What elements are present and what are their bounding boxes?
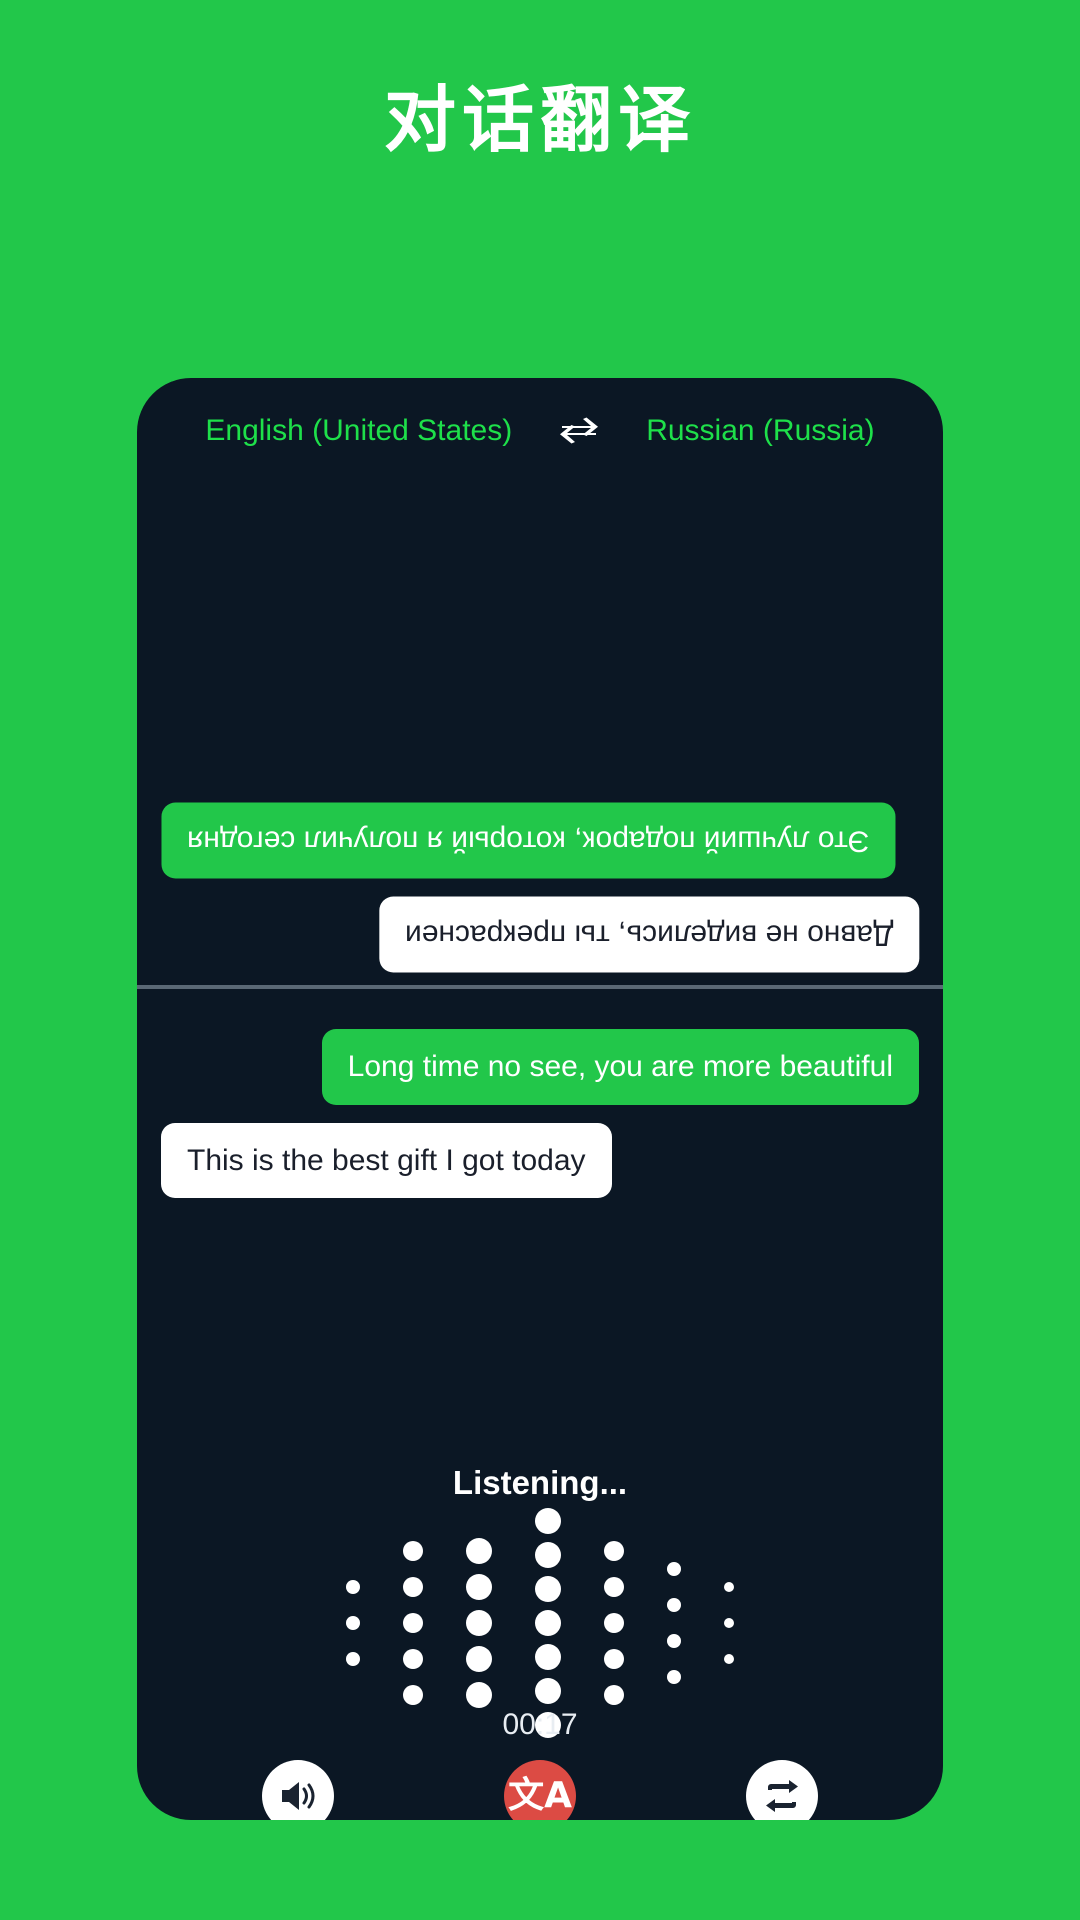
- source-language-label[interactable]: English (United States): [205, 414, 512, 448]
- listening-status: Listening...: [452, 1464, 628, 1501]
- waveform-dot: [724, 1582, 734, 1592]
- waveform-dot: [535, 1610, 561, 1636]
- waveform-dot: [466, 1646, 492, 1672]
- waveform-column: [724, 1582, 734, 1664]
- waveform-dot: [403, 1541, 423, 1561]
- speaker-on-icon[interactable]: [262, 1760, 334, 1820]
- control-bar: Speaker is on 文A Quit Toggle: [137, 1760, 943, 1820]
- phone-mockup: English (United States) Russian (Russia)…: [137, 378, 943, 1820]
- waveform-dot: [667, 1670, 681, 1684]
- waveform-dot: [466, 1538, 492, 1564]
- waveform-dot: [604, 1577, 624, 1597]
- message-row: Давно не виделись, ты прекраснеи: [161, 896, 919, 972]
- waveform-dot: [346, 1652, 360, 1666]
- waveform-column: [604, 1541, 624, 1705]
- waveform-dot: [724, 1654, 734, 1664]
- waveform-dot: [604, 1541, 624, 1561]
- waveform-dot: [346, 1580, 360, 1594]
- message-bubble-russian-2[interactable]: Давно не виделись, ты прекраснеи: [378, 896, 919, 972]
- message-bubble-english-1[interactable]: Long time no see, you are more beautiful: [321, 1029, 919, 1105]
- message-row: Это лучший подарок, который я получил се…: [161, 803, 919, 879]
- conversation-pane-bottom: Long time no see, you are more beautiful…: [137, 1003, 943, 1303]
- waveform-column: [403, 1541, 423, 1705]
- waveform-dot: [403, 1685, 423, 1705]
- quit-button[interactable]: 文A Quit: [435, 1760, 645, 1820]
- waveform-dot: [724, 1618, 734, 1628]
- message-row: This is the best gift I got today: [161, 1122, 919, 1198]
- waveform-column: [667, 1562, 681, 1684]
- waveform-dot: [466, 1610, 492, 1636]
- waveform-column: [535, 1508, 561, 1738]
- translate-glyph: 文A: [508, 1775, 572, 1816]
- waveform-dot: [667, 1598, 681, 1612]
- waveform-dot: [604, 1613, 624, 1633]
- message-bubble-english-2[interactable]: This is the best gift I got today: [161, 1122, 612, 1198]
- conversation-pane-top: Это лучший подарок, который я получил се…: [137, 478, 943, 986]
- waveform-dot: [604, 1685, 624, 1705]
- waveform-dot: [667, 1634, 681, 1648]
- waveform-dot: [535, 1576, 561, 1602]
- translate-icon[interactable]: 文A: [504, 1760, 576, 1820]
- waveform-dot: [667, 1562, 681, 1576]
- waveform-dot: [403, 1649, 423, 1669]
- pane-divider: [137, 985, 943, 989]
- waveform-dot: [535, 1644, 561, 1670]
- message-row: Long time no see, you are more beautiful: [161, 1029, 919, 1105]
- waveform-dot: [535, 1542, 561, 1568]
- recording-timer: 00:17: [502, 1708, 578, 1741]
- waveform-dot: [535, 1508, 561, 1534]
- waveform-column: [466, 1538, 492, 1708]
- waveform-dot: [604, 1649, 624, 1669]
- audio-waveform: [137, 1508, 943, 1738]
- waveform-dot: [466, 1682, 492, 1708]
- waveform-column: [346, 1580, 360, 1666]
- toggle-button[interactable]: Toggle: [677, 1760, 887, 1820]
- repeat-swap-icon[interactable]: [746, 1760, 818, 1820]
- message-bubble-russian-1[interactable]: Это лучший подарок, который я получил се…: [161, 803, 896, 879]
- waveform-dot: [346, 1616, 360, 1630]
- page-title: 对话翻译: [383, 81, 696, 161]
- language-bar: English (United States) Russian (Russia): [137, 414, 943, 448]
- speaker-button[interactable]: Speaker is on: [193, 1760, 403, 1820]
- waveform-dot: [535, 1678, 561, 1704]
- swap-horizontal-icon[interactable]: [558, 414, 600, 448]
- target-language-label[interactable]: Russian (Russia): [646, 414, 874, 448]
- waveform-dot: [403, 1577, 423, 1597]
- waveform-dot: [403, 1613, 423, 1633]
- waveform-dot: [466, 1574, 492, 1600]
